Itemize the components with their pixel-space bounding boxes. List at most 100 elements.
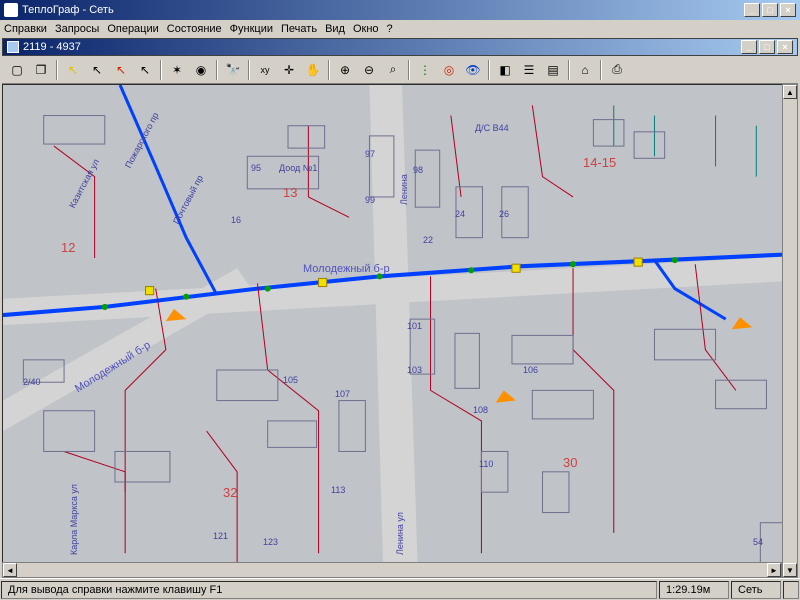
doc-minimize-button[interactable]: _	[741, 40, 757, 54]
menu-operatsii[interactable]: Операции	[107, 23, 158, 35]
zone-14-15: 14-15	[583, 155, 616, 170]
scroll-down-icon[interactable]: ▼	[783, 563, 797, 577]
bldg-113: 113	[331, 485, 345, 495]
zone-13: 13	[283, 185, 297, 200]
minimize-button[interactable]: _	[744, 3, 760, 17]
status-help-text: Для вывода справки нажмите клавишу F1	[1, 581, 657, 599]
zoom-out-icon[interactable]: ⊖	[358, 59, 380, 81]
bldg-107: 107	[335, 389, 350, 399]
toolbar-separator	[160, 60, 162, 80]
menu-zaprosy[interactable]: Запросы	[55, 23, 99, 35]
bldg-106: 106	[523, 365, 538, 375]
menu-funktsii[interactable]: Функции	[230, 23, 273, 35]
xy-icon[interactable]: xy	[254, 59, 276, 81]
bldg-24: 24	[455, 209, 465, 219]
horizontal-scrollbar[interactable]: ◄ ►	[2, 562, 782, 578]
close-button[interactable]: ×	[780, 3, 796, 17]
street-karla-marksa: Карла Маркса ул	[69, 484, 79, 555]
menu-vid[interactable]: Вид	[325, 23, 345, 35]
binoculars-icon[interactable]: 🔭	[222, 59, 244, 81]
bldg-98: 98	[413, 165, 423, 175]
house-icon[interactable]: ⌂	[574, 59, 596, 81]
statusbar: Для вывода справки нажмите клавишу F1 1:…	[0, 578, 800, 600]
scroll-left-icon[interactable]: ◄	[3, 563, 17, 577]
doc-close-button[interactable]: ×	[777, 40, 793, 54]
document-titlebar: 2119 - 4937 _ □ ×	[2, 38, 798, 56]
shapes-icon[interactable]: ◧	[494, 59, 516, 81]
bldg-16: 16	[231, 215, 241, 225]
bldg-101: 101	[407, 321, 422, 331]
arrow-black-icon[interactable]: ↖	[86, 59, 108, 81]
eye-icon[interactable]: 👁	[462, 59, 484, 81]
menu-spravki[interactable]: Справки	[4, 23, 47, 35]
bldg-103: 103	[407, 365, 422, 375]
zoom-region-icon[interactable]: ⌕	[382, 59, 404, 81]
menu-help[interactable]: ?	[387, 23, 393, 35]
toolbar-separator	[488, 60, 490, 80]
window-controls: _ □ ×	[744, 3, 796, 17]
print-icon[interactable]: ⎙	[606, 59, 628, 81]
app-title: ТеплоГраф - Сеть	[22, 4, 114, 16]
map-canvas[interactable]	[3, 85, 797, 578]
bldg-54: 54	[753, 537, 763, 547]
menubar: Справки Запросы Операции Состояние Функц…	[0, 20, 800, 38]
node-edit-icon[interactable]: ◉	[190, 59, 212, 81]
toolbar-separator	[568, 60, 570, 80]
pan-hand-icon[interactable]: ✋	[302, 59, 324, 81]
app-icon	[4, 3, 18, 17]
toolbar: ▢❐↖↖↖↖✶◉🔭xy✛✋⊕⊖⌕⋮◎👁◧☰▤⌂⎙	[2, 56, 798, 84]
menu-pechat[interactable]: Печать	[281, 23, 317, 35]
toolbar-separator	[248, 60, 250, 80]
toolbar-separator	[216, 60, 218, 80]
scroll-right-icon[interactable]: ►	[767, 563, 781, 577]
menu-sostoyanie[interactable]: Состояние	[167, 23, 222, 35]
doc-window-controls: _ □ ×	[741, 40, 793, 54]
stack-icon[interactable]: ▤	[542, 59, 564, 81]
street-lenina-ul: Ленина ул	[395, 512, 405, 555]
street-label-main: Молодежный б-р	[303, 263, 390, 275]
maximize-button[interactable]: □	[762, 3, 778, 17]
new-doc-icon[interactable]: ▢	[6, 59, 28, 81]
bldg-95: 95	[251, 163, 261, 173]
street-lenina: Ленина	[399, 174, 409, 205]
bldg-97: 97	[365, 149, 375, 159]
copy-icon[interactable]: ❐	[30, 59, 52, 81]
zone-30: 30	[563, 455, 577, 470]
doc-icon	[7, 41, 19, 53]
doc-maximize-button[interactable]: □	[759, 40, 775, 54]
zone-12: 12	[61, 240, 75, 255]
bldg-110: 110	[479, 459, 493, 469]
bldg-99: 99	[365, 195, 375, 205]
network-icon[interactable]: ✶	[166, 59, 188, 81]
bldg-121: 121	[213, 531, 228, 541]
bldg-2-40: 2/40	[23, 377, 41, 387]
toolbar-separator	[328, 60, 330, 80]
vertical-scrollbar[interactable]: ▲ ▼	[782, 84, 798, 578]
map-viewport[interactable]: Молодежный б-р 12 13 14-15 30 32 Молодеж…	[2, 84, 798, 578]
arrow-add-icon[interactable]: ↖	[134, 59, 156, 81]
bldg-123: 123	[263, 537, 278, 547]
zone-32: 32	[223, 485, 237, 500]
app-titlebar: ТеплоГраф - Сеть _ □ ×	[0, 0, 800, 20]
zoom-in-icon[interactable]: ⊕	[334, 59, 356, 81]
toolbar-separator	[56, 60, 58, 80]
bldg-dc: Д/С В44	[475, 123, 509, 133]
resize-grip-icon[interactable]	[783, 581, 799, 599]
bldg-105: 105	[283, 375, 298, 385]
traffic-light-icon[interactable]: ⋮	[414, 59, 436, 81]
scroll-up-icon[interactable]: ▲	[783, 85, 797, 99]
bldg-22: 22	[423, 235, 433, 245]
bldg-dsad: Доод №1	[279, 163, 317, 173]
target-icon[interactable]: ◎	[438, 59, 460, 81]
status-layer: Сеть	[731, 581, 781, 599]
bldg-26: 26	[499, 209, 509, 219]
crosshair-icon[interactable]: ✛	[278, 59, 300, 81]
bldg-108: 108	[473, 405, 488, 415]
arrow-yellow-icon[interactable]: ↖	[62, 59, 84, 81]
doc-title: 2119 - 4937	[23, 41, 81, 53]
status-scale: 1:29.19м	[659, 581, 729, 599]
menu-okno[interactable]: Окно	[353, 23, 379, 35]
toolbar-separator	[600, 60, 602, 80]
arrow-red-icon[interactable]: ↖	[110, 59, 132, 81]
grouping-icon[interactable]: ☰	[518, 59, 540, 81]
